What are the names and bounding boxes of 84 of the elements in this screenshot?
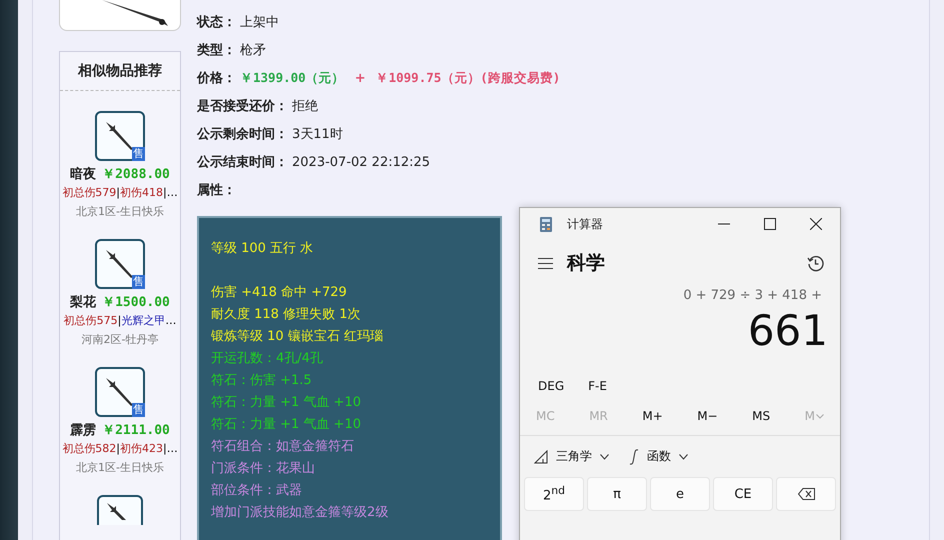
field-label: 公示结束时间： bbox=[197, 154, 288, 171]
item-price: ￥2111.00 bbox=[102, 422, 170, 439]
backspace-icon bbox=[798, 488, 814, 500]
field-value: 3天11时 bbox=[292, 126, 343, 143]
attribute-line: 开运孔数：4孔/4孔 bbox=[211, 350, 324, 368]
item-name[interactable]: 梨花 bbox=[70, 293, 96, 311]
field-label: 价格： bbox=[197, 70, 236, 87]
server-name: 北京1区-生日快乐 bbox=[76, 204, 164, 219]
attribute-line: 耐久度 118 修理失败 1次 bbox=[211, 306, 362, 324]
menu-icon[interactable] bbox=[538, 258, 553, 268]
item-tag: 初伤423 bbox=[120, 442, 163, 455]
chevron-icon bbox=[679, 454, 688, 460]
plus-sign: + bbox=[354, 70, 366, 86]
calculator-key[interactable]: e bbox=[650, 477, 710, 511]
field-value: 枪矛 bbox=[240, 42, 266, 59]
tag-separator: |… bbox=[163, 186, 178, 199]
attribute-line: 等级 100 五行 水 bbox=[211, 240, 314, 258]
item-tag: 初总伤575 bbox=[64, 314, 118, 327]
attribute-line: 锻炼等级 10 镶嵌宝石 红玛瑙 bbox=[211, 328, 384, 346]
panel-title: 相似物品推荐 bbox=[60, 52, 180, 91]
calculator-key[interactable]: CE bbox=[713, 477, 773, 511]
field-label: 公示剩余时间： bbox=[197, 126, 288, 143]
spear-icon bbox=[107, 503, 126, 520]
server-name: 河南2区-牡丹亭 bbox=[82, 332, 158, 347]
item-price: ￥1500.00 bbox=[102, 294, 170, 311]
attribute-line: 伤害 +418 命中 +729 bbox=[211, 284, 348, 302]
calculator-key[interactable]: 2$^{nd}$ bbox=[524, 477, 584, 511]
memory-button[interactable]: M− bbox=[689, 405, 726, 427]
item-thumbnail[interactable] bbox=[97, 495, 143, 525]
history-icon[interactable] bbox=[807, 254, 824, 272]
attribute-line: 符石组合：如意金箍符石 bbox=[211, 438, 355, 456]
memory-button[interactable]: M+ bbox=[634, 405, 671, 427]
item-name[interactable]: 暗夜 bbox=[70, 165, 96, 183]
result-display: 661 bbox=[746, 305, 829, 357]
field-value: 2023-07-02 22:12:25 bbox=[292, 154, 430, 170]
chevron-icon bbox=[600, 454, 609, 460]
calculator-icon bbox=[540, 216, 552, 232]
calculator-mode: 科学 bbox=[567, 251, 605, 276]
field-label: 属性： bbox=[197, 182, 236, 199]
calculator-key[interactable] bbox=[776, 477, 836, 511]
attribute-line: 增加门派技能如意金箍等级2级 bbox=[211, 504, 390, 522]
field-label: 状态： bbox=[197, 14, 236, 31]
item-tag: 光辉之甲 bbox=[121, 314, 166, 327]
field-value: 拒绝 bbox=[292, 98, 318, 115]
function-icon bbox=[629, 448, 639, 464]
attribute-line: 符石：力量 +1 气血 +10 bbox=[211, 416, 362, 434]
calculator-key[interactable]: π bbox=[587, 477, 647, 511]
mode-button[interactable]: F-E bbox=[580, 375, 615, 397]
toolbar-dropdown[interactable]: 三角学 bbox=[530, 444, 613, 469]
attribute-line: 门派条件：花果山 bbox=[211, 460, 316, 478]
triangle-icon bbox=[534, 450, 548, 464]
maximize-icon[interactable] bbox=[764, 218, 776, 230]
field-value: 上架中 bbox=[240, 14, 279, 31]
field-label: 类型： bbox=[197, 42, 236, 59]
item-thumbnail[interactable]: 售 bbox=[95, 367, 145, 417]
tag-separator: |… bbox=[163, 442, 178, 455]
expression-text: 0 + 729 ÷ 3 + 418 + bbox=[682, 288, 823, 303]
server-name: 北京1区-生日快乐 bbox=[76, 460, 164, 475]
item-price: ￥2088.00 bbox=[102, 166, 170, 183]
item-thumbnail[interactable]: 售 bbox=[95, 239, 145, 289]
sale-badge: 售 bbox=[132, 275, 145, 289]
item-thumbnail[interactable]: 售 bbox=[95, 111, 145, 161]
item-tag: 初总伤582 bbox=[62, 442, 116, 455]
item-tag: 初总伤579 bbox=[62, 186, 116, 199]
memory-button[interactable]: MS bbox=[744, 405, 778, 427]
tag-separator: | bbox=[118, 314, 122, 327]
field-label: 是否接受还价： bbox=[197, 98, 288, 115]
attribute-line: 符石：伤害 +1.5 bbox=[211, 372, 313, 390]
fee-value: ￥1099.75（元）(跨服交易费) bbox=[376, 70, 560, 86]
attribute-line: 符石：力量 +1 气血 +10 bbox=[211, 394, 362, 412]
chevron-icon bbox=[816, 414, 824, 418]
close-icon[interactable] bbox=[810, 218, 822, 230]
sale-badge: 售 bbox=[132, 147, 145, 161]
tag-separator: | bbox=[116, 442, 120, 455]
item-tag: 初伤418 bbox=[120, 186, 163, 199]
mode-button[interactable]: DEG bbox=[530, 375, 572, 397]
item-name[interactable]: 霹雳 bbox=[70, 421, 96, 439]
tag-separator: … bbox=[165, 314, 176, 327]
window-title: 计算器 bbox=[567, 216, 603, 232]
price-value: ￥1399.00（元） bbox=[240, 70, 345, 86]
toolbar-dropdown[interactable]: 函数 bbox=[625, 444, 692, 469]
tag-separator: | bbox=[116, 186, 120, 199]
attribute-line: 部位条件：武器 bbox=[211, 482, 303, 500]
sale-badge: 售 bbox=[132, 403, 145, 417]
